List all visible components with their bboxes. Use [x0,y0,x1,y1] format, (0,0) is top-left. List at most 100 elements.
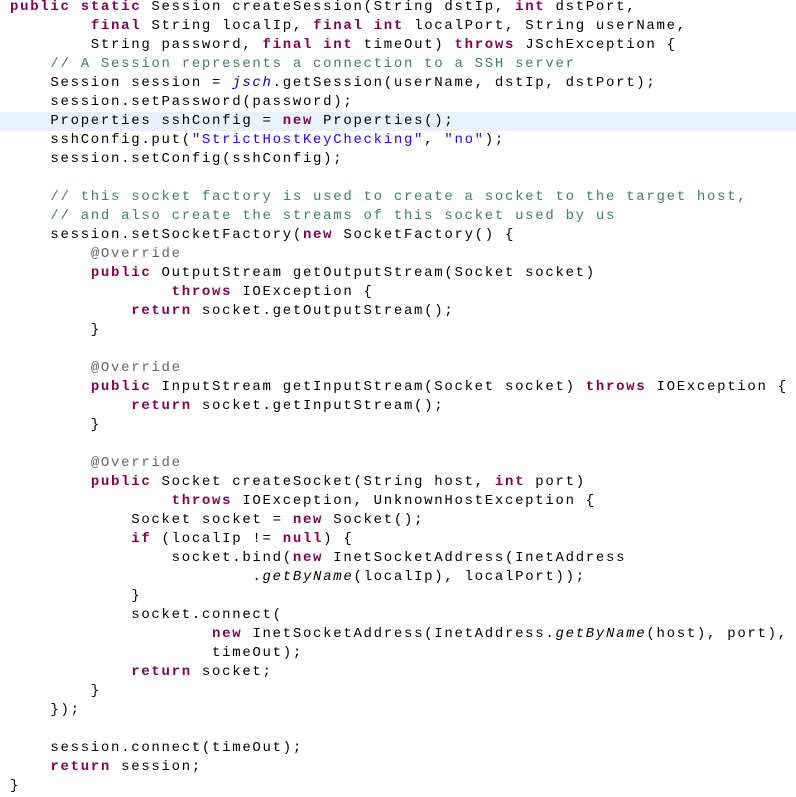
code-text: } [10,322,101,338]
code-line[interactable]: session.setConfig(sshConfig); [0,150,796,169]
code-text: session.setPassword(password); [10,94,354,110]
code-line[interactable]: .getByName(localIp), localPort)); [0,568,796,587]
keyword: public [90,265,152,281]
code-line[interactable]: @Override [0,454,796,473]
code-line[interactable]: session.connect(timeOut); [0,739,796,758]
code-text: Socket socket = [10,512,293,528]
code-line[interactable]: socket.bind(new InetSocketAddress(InetAd… [0,549,796,568]
code-line[interactable]: session.setSocketFactory(new SocketFacto… [0,226,796,245]
code-text: IOException, UnknownHostException { [232,493,596,509]
keyword: throws [585,379,647,395]
code-text: ) { [323,531,354,547]
keyword: public [90,379,152,395]
code-line[interactable]: final String localIp, final int localPor… [0,17,796,36]
code-text: socket.bind( [10,550,293,566]
keyword: final [262,37,314,53]
keyword: int [323,37,354,53]
code-text: String password, [10,37,263,53]
code-line[interactable]: Socket socket = new Socket(); [0,511,796,530]
keyword: int [515,0,546,15]
code-line[interactable] [0,435,796,454]
code-line[interactable]: return socket.getInputStream(); [0,397,796,416]
code-line[interactable] [0,169,796,188]
code-text: localPort, String userName, [404,18,687,34]
code-line[interactable]: @Override [0,359,796,378]
code-line[interactable]: sshConfig.put("StrictHostKeyChecking", "… [0,131,796,150]
code-text: SocketFactory() { [333,227,516,243]
code-line[interactable]: } [0,682,796,701]
code-text: Socket(); [323,512,425,528]
code-line[interactable]: throws IOException, UnknownHostException… [0,492,796,511]
field-reference: jsch [232,75,273,91]
code-line[interactable]: public InputStream getInputStream(Socket… [0,378,796,397]
code-text: session; [111,759,202,775]
keyword: return [50,759,112,775]
code-line-current[interactable]: Properties sshConfig = new Properties(); [0,112,796,131]
keyword: return [131,398,192,414]
code-line[interactable]: String password, final int timeOut) thro… [0,36,796,55]
code-line[interactable]: // and also create the streams of this s… [0,207,796,226]
code-line[interactable] [0,340,796,359]
keyword: throws [171,284,233,300]
code-line[interactable]: } [0,321,796,340]
code-line[interactable]: new InetSocketAddress(InetAddress.getByN… [0,625,796,644]
code-line[interactable]: socket.connect( [0,606,796,625]
code-line[interactable]: } [0,587,796,606]
code-line[interactable]: session.setPassword(password); [0,93,796,112]
code-text: Properties(); [313,113,455,129]
code-text: } [10,588,142,604]
code-text: } [10,778,21,794]
code-text: }); [10,702,81,718]
code-line[interactable] [0,720,796,739]
string-literal: "no" [444,132,485,148]
keyword: public [90,474,152,490]
code-line[interactable]: return socket.getOutputStream(); [0,302,796,321]
code-line[interactable]: }); [0,701,796,720]
keyword: if [131,531,152,547]
code-line[interactable]: throws IOException { [0,283,796,302]
code-line[interactable]: // this socket factory is used to create… [0,188,796,207]
code-text: Session session = [10,75,233,91]
code-line[interactable]: } [0,416,796,435]
code-line[interactable]: } [0,777,796,796]
code-line[interactable]: return session; [0,758,796,777]
code-text: } [10,683,101,699]
code-text: timeOut) [353,37,455,53]
code-line[interactable]: if (localIp != null) { [0,530,796,549]
code-line[interactable]: public Socket createSocket(String host, … [0,473,796,492]
code-line[interactable]: Session session = jsch.getSession(userNa… [0,74,796,93]
comment: // and also create the streams of this s… [50,208,617,224]
annotation: @Override [90,246,182,262]
comment: // A Session represents a connection to … [50,56,576,72]
keyword: int [494,474,526,490]
code-line[interactable]: timeOut); [0,644,796,663]
keyword: int [373,18,404,34]
code-text: dstPort, [545,0,637,15]
code-line[interactable]: public OutputStream getOutputStream(Sock… [0,264,796,283]
keyword: new [302,227,334,243]
code-line[interactable]: return socket; [0,663,796,682]
code-line[interactable]: public static Session createSession(Stri… [0,0,796,17]
code-text: session.setSocketFactory( [10,227,303,243]
code-text: IOException { [232,284,374,300]
code-editor[interactable]: public static Session createSession(Stri… [0,0,796,797]
code-text: InetSocketAddress(InetAddress [323,550,627,566]
code-line[interactable]: // A Session represents a connection to … [0,55,796,74]
code-text: .getSession(userName, dstIp, dstPort); [272,75,657,91]
code-line[interactable]: @Override [0,245,796,264]
keyword: new [212,626,243,642]
code-text: socket; [191,664,273,680]
